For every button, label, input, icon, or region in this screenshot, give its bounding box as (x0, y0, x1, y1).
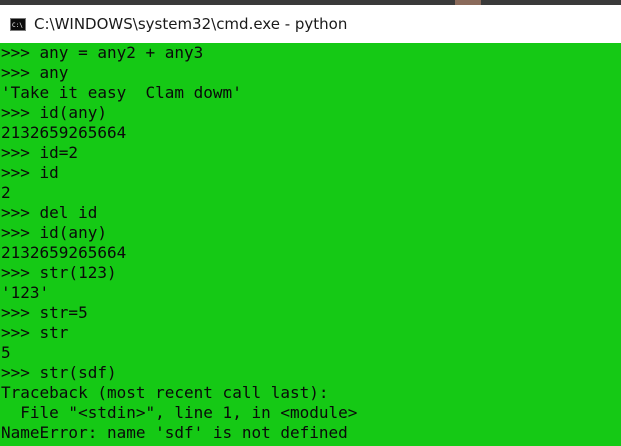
console-line: '123' (1, 283, 50, 302)
console-line: >>> id=2 (1, 143, 79, 162)
console-line: >>> id(any) (1, 223, 107, 242)
console-line: >>> del id (1, 203, 98, 222)
console-line: >>> id (1, 163, 59, 182)
console-line: >>> str (1, 323, 69, 342)
console-line: >>> id(any) (1, 103, 107, 122)
svg-text:C:\: C:\ (12, 22, 23, 28)
console-line: >>> str(123) (1, 263, 117, 282)
console-line: 2132659265664 (1, 243, 127, 262)
console-output[interactable]: >>> any = any2 + any3 >>> any 'Take it e… (0, 43, 621, 446)
console-line: File "<stdin>", line 1, in <module> (1, 403, 358, 422)
console-line: 2 (1, 183, 11, 202)
cmd-icon[interactable]: C:\ (10, 17, 26, 31)
console-line: Traceback (most recent call last): (1, 383, 329, 402)
window-title: C:\WINDOWS\system32\cmd.exe - python (34, 15, 348, 33)
console-line: 'Take it easy Clam dowm' (1, 83, 242, 102)
console-line: >>> str(sdf) (1, 363, 117, 382)
console-line: 5 (1, 343, 11, 362)
cmd-window: C:\ C:\WINDOWS\system32\cmd.exe - python… (0, 0, 621, 446)
console-line: >>> any (1, 63, 69, 82)
title-bar[interactable]: C:\ C:\WINDOWS\system32\cmd.exe - python (0, 5, 621, 43)
console-line: 2132659265664 (1, 123, 127, 142)
console-line: >>> any = any2 + any3 (1, 43, 204, 62)
console-line: NameError: name 'sdf' is not defined (1, 423, 348, 442)
console-line: >>> str=5 (1, 303, 88, 322)
